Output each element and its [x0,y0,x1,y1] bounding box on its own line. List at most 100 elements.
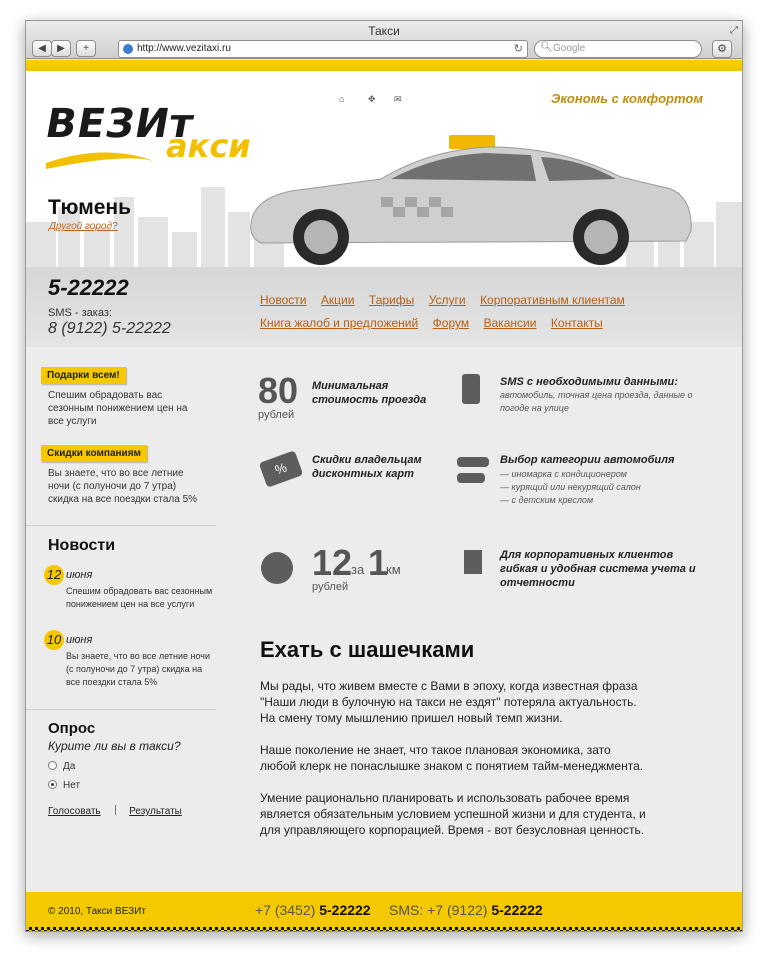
footer-phone: +7 (3452) 5-22222 [255,902,371,918]
checker-strip [26,927,742,931]
feature-min-price: 80 рублей [258,370,299,422]
news-day: 10 [44,630,64,650]
news-text: Вы знаете, что во все летние ночи (с пол… [66,651,210,687]
sms-feature-title: SMS с необходимыми данными: [500,376,678,388]
min-price-value: 80 [258,370,299,411]
per-km-price: 12 [312,542,353,583]
article-title: Ехать с шашечками [260,637,475,662]
url-text: http://www.vezitaxi.ru [137,43,231,54]
nav-promos[interactable]: Акции [321,293,355,307]
sms-label: SMS - заказ: [48,307,112,319]
category-item: — курящий или некурящий салон [500,482,641,492]
search-placeholder: Google [553,43,586,54]
address-bar[interactable]: http://www.vezitaxi.ru ↻ [118,40,528,58]
radio-button-selected[interactable] [48,780,57,789]
browser-window: Такси ◀ ▶ + http://www.vezitaxi.ru ↻ 🔍︎ … [25,20,743,932]
article-paragraph: Мы рады, что живем вместе с Вами в эпоху… [260,679,638,725]
nav-row: Книга жалоб и предложений Форум Вакансии… [260,314,700,337]
nav-vacancies[interactable]: Вакансии [484,316,537,330]
news-month: июня [66,569,93,581]
logo-swoosh [46,152,154,169]
news-heading: Новости [48,537,116,554]
sms-feature-text: автомобиль, точная цена проезда, данные … [500,390,693,413]
taximeter-icon [261,552,293,584]
reload-icon[interactable]: ↻ [514,41,523,57]
change-city-link[interactable]: Другой город? [49,221,118,232]
left-sidebar: Подарки всем! Спешим обрадовать вас сезо… [26,347,216,892]
phone-number: 5-22222 [319,902,371,918]
nav-row: Новости Акции Тарифы Услуги Корпоративны… [260,291,700,314]
article-paragraph: Умение рационально планировать и использ… [260,791,646,837]
news-day: 12 [44,565,64,585]
poll-actions: Голосовать Результаты [48,805,182,817]
top-yellow-strip [26,60,742,71]
min-price-title: Минимальная стоимость проезда [312,380,427,406]
article-paragraph: Наше поколение не знает, что такое плано… [260,743,644,773]
corporate-title: Для корпоративных клиентов гибкая и удоб… [500,549,696,589]
vote-button[interactable]: Голосовать [48,806,101,817]
promo-text: Спешим обрадовать вас сезонным понижение… [48,390,188,427]
search-icon: 🔍︎ [540,42,553,53]
home-icon[interactable]: ⌂ [339,94,344,104]
promo-block: Подарки всем! Спешим обрадовать вас сезо… [26,365,216,428]
taxi-car-image [250,135,692,265]
news-text: Спешим обрадовать вас сезонным понижение… [66,586,213,609]
sms-prefix: SMS: +7 (9122) [389,902,488,918]
sitemap-icon[interactable]: ✥ [368,94,376,105]
nav-news[interactable]: Новости [260,293,306,307]
nav-corporate[interactable]: Корпоративным клиентам [480,293,625,307]
separator [115,805,117,815]
per-km-unit-km: км [386,562,401,577]
order-phone: 5-22222 [48,275,129,300]
nav-forum[interactable]: Форум [433,316,469,330]
back-button[interactable]: ◀ [32,40,52,57]
category-title: Выбор категории автомобиля [500,454,675,466]
contact-nav-band: 5-22222 SMS - заказ: 8 (9122) 5-22222 Но… [26,267,742,347]
slogan: Экономь с комфортом [551,91,703,106]
site-header: ВЕЗИт акси ⌂ ✥ ✉ Экономь с комфортом Тюм… [26,71,742,267]
mail-icon[interactable]: ✉ [394,94,402,105]
gear-icon[interactable]: ⚙ [712,40,732,58]
footer-sms: SMS: +7 (9122) 5-22222 [389,902,543,918]
fullscreen-icon[interactable]: ⤢ [730,25,738,36]
per-km-unit: рублей [312,581,349,593]
nav-tariffs[interactable]: Тарифы [369,293,414,307]
min-price-unit: рублей [258,409,295,421]
browser-toolbar: Такси ◀ ▶ + http://www.vezitaxi.ru ↻ 🔍︎ … [26,21,742,59]
per-km-for: за [351,562,365,577]
nav-complaints[interactable]: Книга жалоб и предложений [260,316,418,330]
promo-text: Вы знаете, что во все летние ночи (с пол… [48,468,198,505]
results-link[interactable]: Результаты [129,806,182,817]
radio-button[interactable] [48,761,57,770]
documents-icon [464,550,482,574]
web-page: ВЕЗИт акси ⌂ ✥ ✉ Экономь с комфортом Тюм… [26,60,742,931]
category-item: — иномарка с кондиционером [500,469,627,479]
nav-services[interactable]: Услуги [429,293,466,307]
promo-badge[interactable]: Скидки компаниям [41,445,147,462]
poll-heading: Опрос [48,720,96,737]
forward-button[interactable]: ▶ [51,40,71,57]
sms-number: 5-22222 [491,902,543,918]
phone-prefix: +7 (3452) [255,902,316,918]
main-nav: Новости Акции Тарифы Услуги Корпоративны… [260,291,700,337]
globe-icon [123,44,133,54]
poll-option-yes[interactable]: Да [48,761,75,772]
divider [26,709,216,711]
feature-per-km: 12 рублей [312,542,353,594]
city-name: Тюмень [48,196,132,219]
poll-option-no[interactable]: Нет [48,780,80,791]
poll-question: Курите ли вы в такси? [48,739,181,753]
category-list: — иномарка с кондиционером — курящий или… [500,468,700,507]
discount-title: Скидки владельцам дисконтных карт [312,454,422,480]
search-input[interactable]: 🔍︎ Google [534,40,702,58]
poll-option-label: Да [63,761,76,772]
news-month: июня [66,634,93,646]
promo-badge[interactable]: Подарки всем! [41,367,126,384]
promo-block: Скидки компаниям Вы знаете, что во все л… [26,443,216,506]
add-bookmark-button[interactable]: + [76,40,96,57]
nav-contacts[interactable]: Контакты [551,316,603,330]
phone-icon [462,374,480,404]
sms-phone: 8 (9122) 5-22222 [48,320,171,337]
site-footer: © 2010, Такси ВЕЗИт +7 (3452) 5-22222 SM… [26,892,742,931]
window-title: Такси [368,24,400,38]
